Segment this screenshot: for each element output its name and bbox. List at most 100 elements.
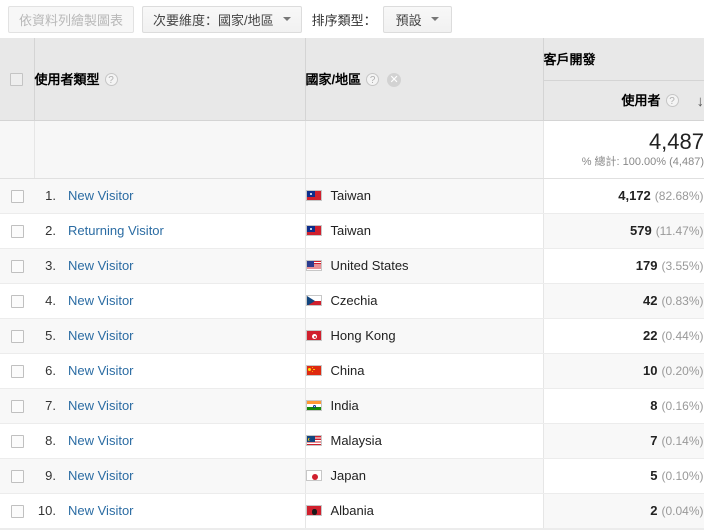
row-index: 7. [45, 398, 56, 413]
column-header-user-type-label: 使用者類型 [34, 72, 100, 88]
row-index: 10. [37, 503, 56, 518]
row-country-label: Taiwan [330, 188, 371, 203]
table-bottom-divider [0, 528, 704, 530]
table-row: 5. New Visitor Hong Kong 22 (0.44%) [0, 318, 704, 354]
totals-users-cell: 4,487 % 總計: 100.00% (4,487) [543, 120, 704, 179]
row-checkbox[interactable] [10, 190, 24, 204]
totals-subtext: % 總計: 100.00% (4,487) [581, 156, 704, 169]
row-users-cell: 10 (0.20%) [543, 353, 704, 389]
row-user-type-cell: 5. New Visitor [34, 318, 306, 354]
row-users-percent: (0.14%) [661, 434, 704, 448]
row-user-type-cell: 6. New Visitor [34, 353, 306, 389]
row-users-value: 10 [643, 363, 658, 378]
totals-value: 4,487 [648, 128, 704, 154]
row-user-type-link[interactable]: New Visitor [68, 433, 134, 448]
row-index: 9. [45, 468, 56, 483]
row-users-cell: 8 (0.16%) [543, 388, 704, 424]
sort-type-label: 排序類型： [311, 12, 377, 28]
secondary-dimension-label: 次要維度：國家/地區 [153, 12, 274, 28]
row-checkbox[interactable] [10, 365, 24, 379]
row-users-value: 4,172 [618, 188, 651, 203]
row-checkbox-cell [0, 213, 34, 249]
row-user-type-cell: 10. New Visitor [34, 493, 306, 529]
row-user-type-link[interactable]: New Visitor [68, 363, 134, 378]
table-row: 10. New Visitor Albania 2 (0.04%) [0, 493, 704, 529]
row-checkbox[interactable] [10, 295, 24, 309]
flag-icon-jp [305, 470, 322, 481]
row-users-cell: 4,172 (82.68%) [543, 178, 704, 214]
row-users-percent: (0.20%) [661, 364, 704, 378]
row-checkbox-cell [0, 458, 34, 494]
sort-descending-icon[interactable]: ↓ [697, 93, 704, 110]
row-user-type-link[interactable]: New Visitor [68, 398, 134, 413]
help-icon[interactable]: ? [665, 94, 679, 107]
table-toolbar: 依資料列繪製圖表 次要維度：國家/地區 排序類型： 預設 [0, 0, 704, 38]
row-users-cell: 579 (11.47%) [543, 213, 704, 249]
row-users-value: 7 [650, 433, 658, 448]
row-country-cell: United States [305, 248, 544, 284]
row-checkbox[interactable] [10, 435, 24, 449]
row-users-cell: 5 (0.10%) [543, 458, 704, 494]
row-checkbox[interactable] [10, 400, 24, 414]
row-user-type-cell: 9. New Visitor [34, 458, 306, 494]
column-header-user-type[interactable]: 使用者類型? [34, 38, 306, 121]
flag-icon-tw [305, 225, 322, 236]
sort-type-dropdown[interactable]: 預設 [382, 5, 452, 33]
row-user-type-link[interactable]: New Visitor [68, 188, 134, 203]
row-checkbox[interactable] [10, 505, 24, 519]
row-country-cell: Taiwan [305, 178, 544, 214]
row-users-value: 2 [650, 503, 658, 518]
row-user-type-link[interactable]: Returning Visitor [68, 223, 164, 238]
row-checkbox[interactable] [10, 330, 24, 344]
row-index: 3. [45, 258, 56, 273]
table-row: 9. New Visitor Japan 5 (0.10%) [0, 458, 704, 494]
row-country-label: China [330, 363, 365, 378]
row-country-label: United States [330, 258, 409, 273]
table-row: 1. New Visitor Taiwan 4,172 (82.68%) [0, 178, 704, 214]
plot-rows-button[interactable]: 依資料列繪製圖表 [8, 5, 135, 33]
column-header-country-label: 國家/地區 [305, 72, 362, 88]
row-users-cell: 179 (3.55%) [543, 248, 704, 284]
column-header-users[interactable]: 使用者? ↓ [543, 80, 704, 121]
table-row: 8. New Visitor Malaysia 7 (0.14%) [0, 423, 704, 459]
row-users-value: 579 [629, 223, 652, 238]
row-country-cell: Taiwan [305, 213, 544, 249]
analytics-data-table: 使用者類型? 國家/地區? ✕ 客戶開發 使用者? ↓ 4,487 % 總計: 10… [0, 38, 704, 529]
row-checkbox[interactable] [10, 260, 24, 274]
row-users-value: 179 [635, 258, 658, 273]
row-user-type-link[interactable]: New Visitor [68, 258, 134, 273]
row-country-label: Czechia [330, 293, 378, 308]
select-all-checkbox[interactable] [10, 73, 24, 87]
column-header-country[interactable]: 國家/地區? ✕ [305, 38, 544, 121]
row-index: 6. [45, 363, 56, 378]
row-user-type-link[interactable]: New Visitor [68, 468, 134, 483]
flag-icon-cz [305, 295, 322, 306]
row-checkbox[interactable] [10, 470, 24, 484]
secondary-dimension-dropdown[interactable]: 次要維度：國家/地區 [142, 5, 302, 33]
row-country-cell: China [305, 353, 544, 389]
row-users-value: 22 [643, 328, 658, 343]
remove-dimension-icon[interactable]: ✕ [387, 73, 402, 88]
row-user-type-link[interactable]: New Visitor [68, 293, 134, 308]
help-icon[interactable]: ? [104, 73, 118, 87]
column-group-acquisition-label: 客戶開發 [543, 52, 596, 68]
row-country-cell: Czechia [305, 283, 544, 319]
row-country-label: Japan [330, 468, 366, 483]
row-country-label: India [330, 398, 359, 413]
row-users-cell: 7 (0.14%) [543, 423, 704, 459]
row-checkbox[interactable] [10, 225, 24, 239]
table-row: 4. New Visitor Czechia 42 (0.83%) [0, 283, 704, 319]
row-user-type-link[interactable]: New Visitor [68, 503, 134, 518]
column-group-acquisition: 客戶開發 [543, 38, 704, 81]
help-icon[interactable]: ? [366, 73, 380, 87]
totals-checkbox-cell [0, 120, 35, 179]
row-checkbox-cell [0, 318, 34, 354]
row-user-type-link[interactable]: New Visitor [68, 328, 134, 343]
row-users-value: 5 [650, 468, 658, 483]
row-users-percent: (0.10%) [661, 469, 704, 483]
row-users-percent: (3.55%) [661, 259, 704, 273]
row-users-percent: (0.04%) [661, 504, 704, 518]
column-header-users-label: 使用者 [621, 93, 661, 108]
row-index: 8. [45, 433, 56, 448]
row-checkbox-cell [0, 283, 34, 319]
